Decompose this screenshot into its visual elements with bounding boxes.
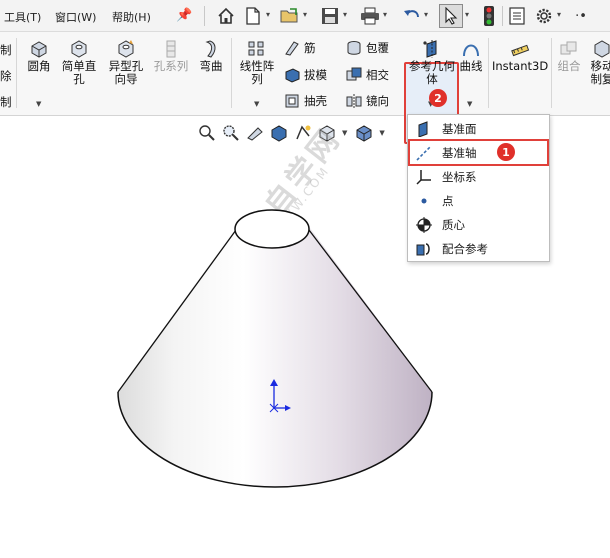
menu-item-label: 坐标系 bbox=[442, 170, 477, 184]
plane-icon bbox=[418, 121, 428, 137]
menu-item-label: 点 bbox=[442, 194, 454, 208]
coordinate-system-icon bbox=[416, 170, 431, 185]
graphics-area[interactable] bbox=[0, 0, 610, 558]
mate-reference-icon bbox=[416, 243, 430, 256]
menu-item-plane[interactable]: 基准面 bbox=[412, 118, 548, 140]
step-badge-1: 1 bbox=[497, 143, 515, 161]
point-icon bbox=[421, 198, 427, 204]
menu-item-label: 质心 bbox=[442, 218, 465, 232]
menu-item-mate-reference[interactable]: 配合参考 bbox=[412, 238, 548, 260]
cone-model[interactable] bbox=[117, 209, 433, 488]
menu-item-point[interactable]: 点 bbox=[412, 190, 548, 212]
menu-item-center-of-mass[interactable]: 质心 bbox=[412, 214, 548, 236]
menu-item-label: 配合参考 bbox=[442, 242, 488, 256]
menu-item-label: 基准面 bbox=[442, 122, 477, 136]
axis-highlight-box bbox=[408, 139, 549, 166]
center-of-mass-icon bbox=[416, 217, 432, 233]
reference-geometry-menu: 基准面 基准轴 坐标系 点 质心 配合参考 bbox=[407, 114, 550, 262]
menu-item-coordinate-system[interactable]: 坐标系 bbox=[412, 166, 548, 188]
